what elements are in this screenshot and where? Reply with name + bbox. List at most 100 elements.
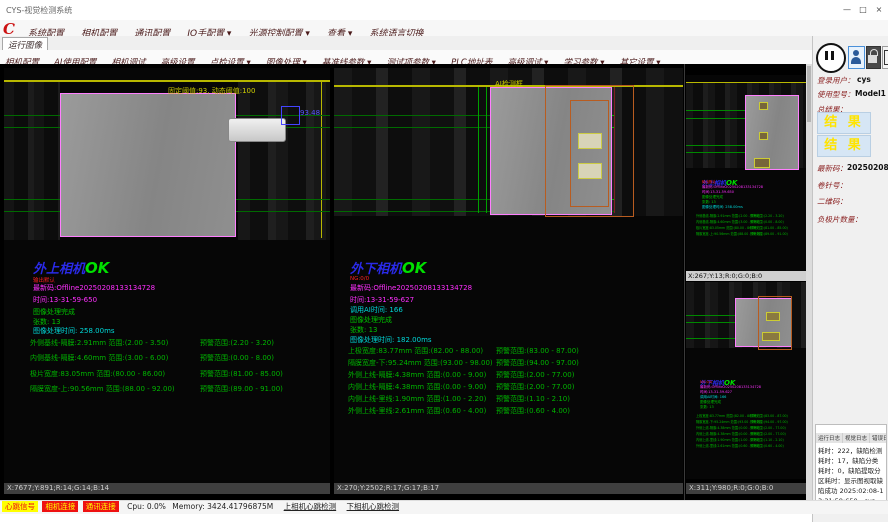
left-camera-ok: OK: [85, 259, 109, 277]
mid-meas-row-6: 外侧上线-里线:2.61mm 范围:(0.60 - 4.00): [348, 406, 486, 416]
mid-warn-4: 预警范围:(2.00 - 77.00): [496, 382, 574, 392]
scrollbar-thumb[interactable]: [807, 66, 811, 122]
mid-done-text: 图像处理完成: [350, 315, 392, 325]
main-view: 93.48 固定阈值:93, 动态阈值:100 外上相机OK 输出默认 最新码:…: [0, 64, 812, 500]
mid-tab-highlight-2: [578, 163, 602, 179]
cpu-usage-text: Cpu: 0.0%: [127, 501, 166, 512]
result-display-top: 结 果: [817, 112, 871, 134]
lock-button[interactable]: [866, 46, 881, 69]
model-value: Model1: [855, 89, 886, 98]
left-meas-row-1: 外侧基线-隔膜:2.91mm 范围:(2.00 - 3.50): [30, 338, 168, 348]
user-switch-button[interactable]: [848, 46, 865, 69]
mini-bottom-row-3w: 预警范围:(2.00 - 77.00): [750, 425, 786, 430]
lower-camera-heartbeat-link[interactable]: 下相机心跳检测: [347, 501, 400, 512]
left-blue-measure-box: [281, 106, 300, 125]
mini-bottom-row-2w: 预警范围:(94.00 - 97.00): [750, 419, 788, 424]
mini-bottom-camera-view[interactable]: 外下相机OK NG:0/0 最新码:Offline202502081331347…: [686, 282, 810, 479]
logout-button[interactable]: →: [882, 46, 888, 69]
left-camera-result: 外上相机OK: [33, 258, 109, 277]
mid-meas-row-2: 隔膜宽度-下:95.24mm 范围:(93.00 - 98.00): [348, 358, 493, 368]
left-meas-row-4: 隔膜宽度-上:90.56mm 范围:(88.00 - 92.00): [30, 384, 175, 394]
mini-bottom-row-6w: 预警范围:(0.60 - 4.00): [750, 443, 784, 448]
left-done-text: 图像处理完成: [33, 307, 75, 317]
heartbeat-status-badge: 心跳信号: [2, 501, 38, 512]
log-tab-run[interactable]: 运行日志: [816, 433, 843, 443]
log-panel: 运行日志视觉日志错误日志 耗时：222，缺陷检测耗时：17，缺陷分类耗时：0，缺…: [815, 424, 887, 502]
mid-ai-box-inner: [570, 100, 609, 207]
mini-bottom-marker-1: [766, 312, 780, 321]
status-bar: 心跳信号 相机连接 通讯连接 Cpu: 0.0% Memory: 3424.41…: [0, 500, 888, 514]
mid-green-vline-1: [478, 87, 479, 213]
mini-bottom-row-1: 上极宽度:83.77mm 范围:(82.00 - 88.00): [696, 413, 758, 418]
left-yellow-vline: [321, 80, 322, 238]
mini-bottom-alarm: NG:0/0: [700, 380, 712, 384]
left-yellow-hline: [4, 80, 330, 82]
mini-top-row-2w: 预警范围:(0.00 - 8.00): [750, 219, 784, 224]
mid-warn-6: 预警范围:(0.60 - 4.00): [496, 406, 570, 416]
mid-warn-2: 预警范围:(94.00 - 97.00): [496, 358, 579, 368]
mid-coords-bar: X:270;Y:2502;R:17;G:17;B:17: [334, 483, 683, 494]
mid-warn-3: 预警范围:(2.00 - 77.00): [496, 370, 574, 380]
mini-top-marker-1: [759, 102, 768, 110]
mini-top-camera-view[interactable]: 外上相机OK 输出默认 最新码:Offline20250208133134728…: [686, 75, 810, 271]
mid-alarm-text: NG:0/0: [350, 276, 369, 282]
log-tab-error[interactable]: 错误日志: [870, 433, 887, 443]
model-label: 使用型号：: [817, 89, 855, 100]
mini-top-row-3: 极片宽度:83.05mm 范围:(80.00 - 86.00): [696, 225, 758, 230]
mini-top-row-1w: 预警范围:(2.20 - 3.20): [750, 213, 784, 218]
electrode-count-label: 负极片数量：: [817, 214, 862, 225]
mini-top-coords-bar: X:267;Y:13;R:0;G:0;B:0: [686, 271, 812, 281]
mid-meas-row-1: 上极宽度:83.77mm 范围:(82.00 - 88.00): [348, 346, 483, 356]
mini-top-marker-3: [754, 158, 770, 168]
left-meas-row-3: 极片宽度:83.05mm 范围:(80.00 - 86.00): [30, 369, 165, 379]
left-warn-1: 预警范围:(2.20 - 3.20): [200, 338, 274, 348]
mini-top-yellow-hline: [686, 82, 810, 83]
memory-usage-text: Memory: 3424.41796875M: [172, 501, 273, 512]
toolbar: 相机配置 AI使用配置 相机调试 高级设置 点检设置 ▾ 图像处理 ▾ 基准线参…: [0, 50, 812, 65]
left-electrode-part: [60, 93, 236, 237]
pause-icon: [825, 51, 828, 60]
upper-camera-heartbeat-link[interactable]: 上相机心跳检测: [284, 501, 337, 512]
pause-button[interactable]: [816, 43, 846, 73]
mini-bottom-row-5w: 预警范围:(1.10 - 2.10): [750, 437, 784, 442]
panel-divider: [684, 64, 685, 500]
mid-meas-row-5: 内侧上线-里线:1.90mm 范围:(1.00 - 2.20): [348, 394, 486, 404]
mid-code-text: 最新码:Offline20250208133134728: [350, 283, 472, 293]
mini-bottom-coords-bar: X:311;Y:980;R:0;G:0;B:0: [686, 483, 813, 494]
app-window: CYS-视觉检测系统 — □ × C 系统配置 相机配置 通讯配置 IO手配置 …: [0, 0, 888, 522]
log-tab-strip: 运行日志视觉日志错误日志: [816, 425, 886, 444]
right-sidebar: → 登录用户： cys 使用型号： Model1 总结果： 结 果 结 果 最新…: [812, 36, 888, 522]
tab-run-image[interactable]: 运行图像: [2, 37, 48, 51]
maximize-button[interactable]: □: [856, 3, 870, 16]
mini-top-marker-2: [759, 132, 768, 140]
left-proc-time-text: 图像处理时间: 258.00ms: [33, 326, 115, 336]
mid-ai-time-text: 调用AI时间: 166: [350, 305, 403, 315]
left-warn-2: 预警范围:(0.00 - 8.00): [200, 353, 274, 363]
left-bg-stripes2: [238, 80, 330, 240]
mid-ai-overlay-label: AI检测框: [495, 79, 523, 89]
mini-bottom-marker-2: [762, 332, 780, 341]
mid-frames-text: 张数: 13: [350, 325, 378, 335]
close-button[interactable]: ×: [872, 3, 886, 16]
mini-top-proc: 图像处理时间: 258.00ms: [702, 205, 743, 210]
minimize-button[interactable]: —: [840, 3, 854, 16]
left-code-text: 最新码:Offline20250208133134728: [33, 283, 155, 293]
left-camera-view[interactable]: 93.48 固定阈值:93, 动态阈值:100 外上相机OK 输出默认 最新码:…: [4, 68, 330, 494]
lock-icon-body: [868, 55, 877, 63]
left-coords-bar: X:7677;Y:891;R:14;G:14;B:14: [4, 483, 330, 494]
mini-bottom-frames: 张数: 13: [700, 405, 714, 410]
mid-camera-ok: OK: [402, 259, 426, 277]
middle-camera-view[interactable]: AI检测框 外下相机OK NG:0/0 最新码:Offline202502081…: [334, 68, 683, 494]
mid-camera-result: 外下相机OK: [350, 258, 426, 277]
left-warn-3: 预警范围:(81.00 - 85.00): [200, 369, 283, 379]
log-tab-vision[interactable]: 视觉日志: [843, 433, 870, 443]
tab-strip: 运行图像: [0, 36, 812, 51]
menu-bar: C 系统配置 相机配置 通讯配置 IO手配置 ▾ 光源控制配置 ▾ 查看 ▾ 系…: [0, 20, 888, 37]
mini-top-row-3w: 预警范围:(81.00 - 85.00): [750, 225, 788, 230]
mid-meas-row-4: 内侧上线-隔膜:4.38mm 范围:(0.00 - 9.00): [348, 382, 486, 392]
mini-bottom-row-4w: 预警范围:(2.00 - 77.00): [750, 431, 786, 436]
mid-green-vline-2: [486, 87, 487, 213]
title-bar: CYS-视觉检测系统 — □ ×: [0, 0, 888, 21]
left-camera-title: 外上相机: [33, 262, 85, 277]
needle-number-label: 卷针号：: [817, 180, 847, 191]
